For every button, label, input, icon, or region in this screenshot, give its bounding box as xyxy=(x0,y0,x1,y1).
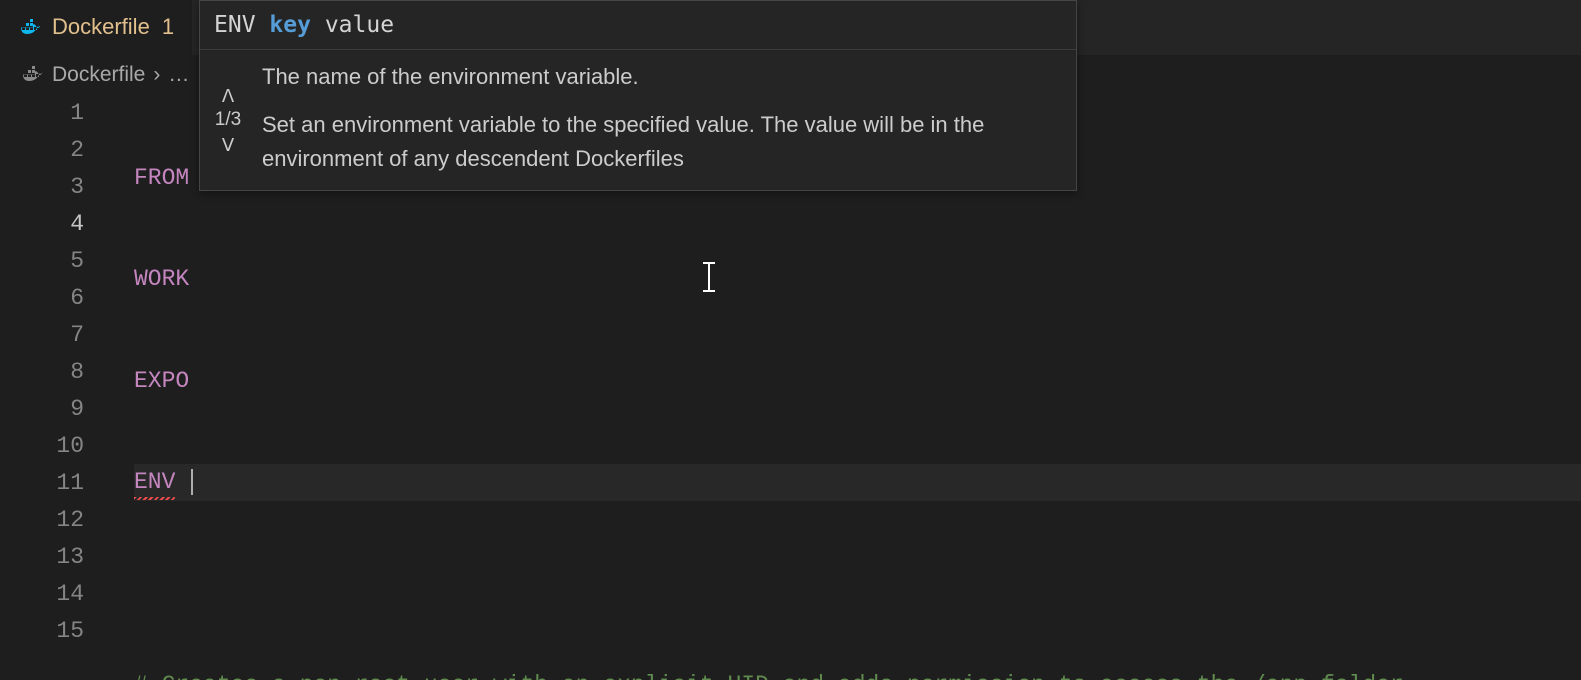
chevron-right-icon: › xyxy=(153,60,160,89)
line-number: 7 xyxy=(0,317,84,354)
keyword-error: ENV xyxy=(134,466,175,498)
sig-prefix: ENV xyxy=(214,12,256,38)
line-number: 11 xyxy=(0,465,84,502)
signature-body: ᐱ 1/3 ᐯ The name of the environment vari… xyxy=(200,50,1076,190)
signature-description: The name of the environment variable. Se… xyxy=(256,50,1076,190)
signature-nav: ᐱ 1/3 ᐯ xyxy=(200,50,256,190)
code-line-current[interactable]: ENV xyxy=(134,464,1581,501)
line-number: 5 xyxy=(0,243,84,280)
tab-dockerfile[interactable]: Dockerfile 1 xyxy=(0,0,193,55)
signature-help-popup: ENV key value ᐱ 1/3 ᐯ The name of the en… xyxy=(199,0,1077,191)
keyword: WORK xyxy=(134,263,189,295)
chevron-up-icon[interactable]: ᐱ xyxy=(200,87,256,105)
signature-line: ENV key value xyxy=(200,1,1076,50)
line-number: 9 xyxy=(0,391,84,428)
line-number: 8 xyxy=(0,354,84,391)
line-number: 10 xyxy=(0,428,84,465)
signature-count: 1/3 xyxy=(215,107,241,134)
line-number: 4 xyxy=(0,206,84,243)
keyword: EXPO xyxy=(134,365,189,397)
comment: # Creates a non-root user with an explic… xyxy=(134,669,1404,680)
sig-active-param: key xyxy=(269,12,311,38)
line-number: 15 xyxy=(0,613,84,650)
breadcrumb-file: Dockerfile xyxy=(52,60,145,89)
param-doc: The name of the environment variable. xyxy=(262,60,1062,94)
line-number: 6 xyxy=(0,280,84,317)
text-cursor xyxy=(191,469,193,495)
tab-label: Dockerfile xyxy=(52,12,150,43)
code-line[interactable] xyxy=(134,565,1581,602)
code-line[interactable]: WORK xyxy=(134,261,1581,298)
editor-root: Dockerfile 1 Dockerfile › … 1 2 3 4 5 6 … xyxy=(0,0,1581,680)
line-number-gutter: 1 2 3 4 5 6 7 8 9 10 11 12 13 14 15 xyxy=(0,95,114,680)
line-number: 13 xyxy=(0,539,84,576)
signature-doc: Set an environment variable to the speci… xyxy=(262,108,1062,176)
line-number: 1 xyxy=(0,95,84,132)
chevron-down-icon[interactable]: ᐯ xyxy=(200,136,256,154)
docker-icon xyxy=(18,16,42,40)
keyword: FROM xyxy=(134,162,189,194)
sig-rest: value xyxy=(325,12,394,38)
code-line[interactable]: EXPO xyxy=(134,362,1581,399)
docker-icon xyxy=(20,63,44,87)
breadcrumb-more[interactable]: … xyxy=(168,60,191,89)
line-number: 3 xyxy=(0,169,84,206)
line-number: 2 xyxy=(0,132,84,169)
line-number: 12 xyxy=(0,502,84,539)
line-number: 14 xyxy=(0,576,84,613)
code-line[interactable]: # Creates a non-root user with an explic… xyxy=(134,666,1581,680)
tab-dirty-indicator: 1 xyxy=(162,12,174,43)
